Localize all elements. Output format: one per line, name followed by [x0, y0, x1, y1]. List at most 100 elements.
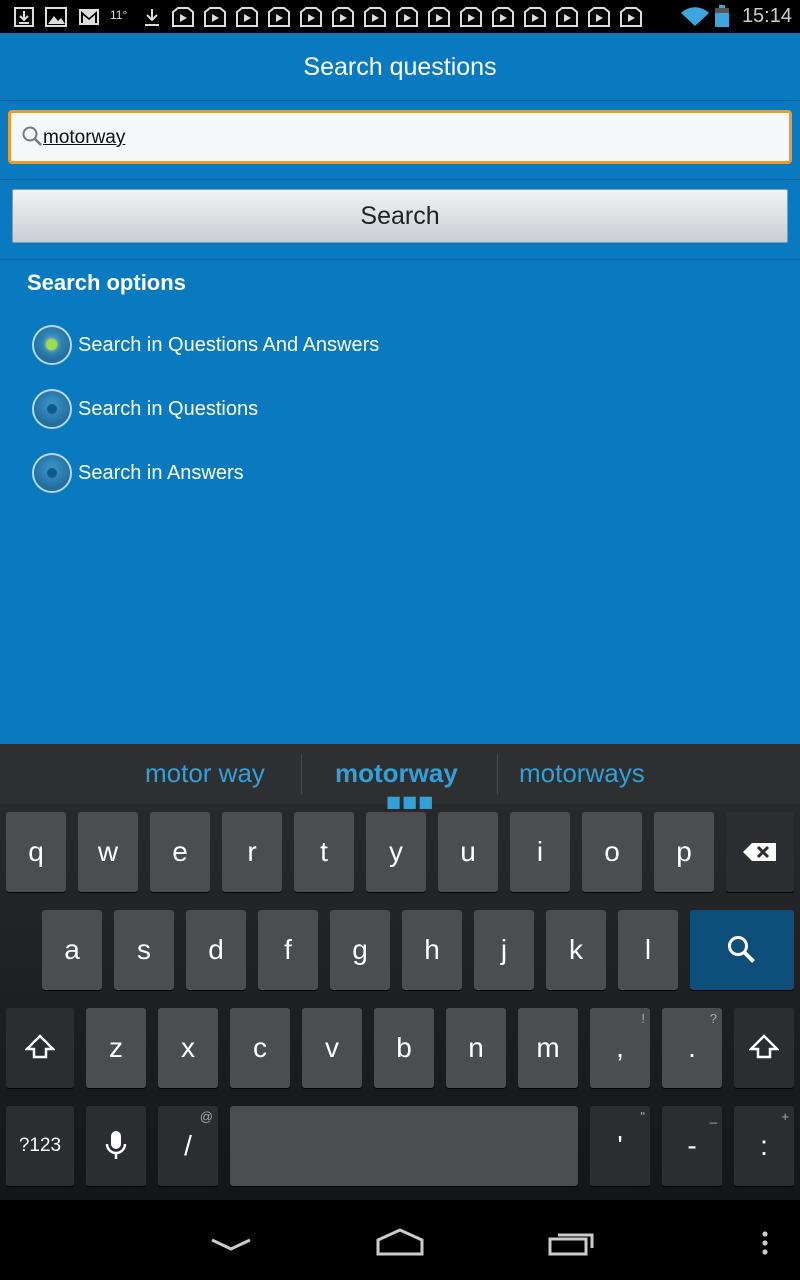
key-label: / [184, 1130, 192, 1161]
key-o[interactable]: o [582, 812, 642, 892]
key-label: k [569, 934, 583, 965]
overflow-menu-icon[interactable] [760, 1230, 770, 1256]
key-label: t [320, 836, 328, 867]
key-label: l [644, 934, 652, 965]
key-label: : [760, 1130, 768, 1161]
key-i[interactable]: i [510, 812, 570, 892]
option-label: Search in Questions [78, 397, 259, 420]
key-w[interactable]: w [78, 812, 138, 892]
key-y[interactable]: y [366, 812, 426, 892]
title-bar: Search questions [0, 33, 800, 101]
shift-key-right[interactable] [734, 1008, 794, 1088]
search-field[interactable] [8, 110, 792, 164]
key-label: b [396, 1032, 412, 1063]
key-d[interactable]: d [186, 910, 246, 990]
key-period[interactable]: .? [662, 1008, 722, 1088]
key-label: h [424, 934, 440, 965]
play-store-notification-icon [524, 7, 546, 27]
key-label: d [208, 934, 224, 965]
status-bar: 11° 15:14 [0, 0, 800, 33]
play-store-notification-icon [300, 7, 322, 27]
key-label: , [616, 1032, 624, 1063]
key-h[interactable]: h [402, 910, 462, 990]
divider [0, 259, 800, 260]
key-a[interactable]: a [42, 910, 102, 990]
radio-button[interactable] [32, 453, 72, 493]
play-store-notification-icon [364, 7, 386, 27]
radio-button[interactable] [32, 389, 72, 429]
key-s[interactable]: s [114, 910, 174, 990]
key-slash[interactable]: / @ [158, 1106, 218, 1186]
space-key[interactable] [230, 1106, 578, 1186]
key-label: i [536, 836, 544, 867]
search-input[interactable] [43, 121, 773, 155]
back-icon[interactable] [210, 1236, 252, 1252]
play-store-notification-icon [620, 7, 642, 27]
key-hint: + [781, 1109, 789, 1124]
key-label: p [676, 836, 692, 867]
key-label: m [536, 1032, 560, 1063]
key-j[interactable]: j [474, 910, 534, 990]
key-label: s [137, 934, 151, 965]
more-suggestions-icon: ■■■ [386, 792, 435, 811]
key-g[interactable]: g [330, 910, 390, 990]
key-hint: @ [199, 1109, 213, 1124]
key-c[interactable]: c [230, 1008, 290, 1088]
divider [497, 754, 498, 794]
option-answers[interactable]: Search in Answers [32, 451, 244, 495]
key-label: x [181, 1032, 195, 1063]
key-label: . [688, 1032, 696, 1063]
radio-button-checked[interactable] [32, 325, 72, 365]
search-icon [728, 936, 755, 963]
key-b[interactable]: b [374, 1008, 434, 1088]
search-key[interactable] [690, 910, 794, 990]
search-button[interactable]: Search [12, 189, 788, 243]
key-comma[interactable]: ,! [590, 1008, 650, 1088]
key-m[interactable]: m [518, 1008, 578, 1088]
option-questions-and-answers[interactable]: Search in Questions And Answers [32, 323, 379, 367]
play-store-notification-icon [172, 7, 194, 27]
key-apostrophe[interactable]: ' " [590, 1106, 650, 1186]
key-l[interactable]: l [618, 910, 678, 990]
key-e[interactable]: e [150, 812, 210, 892]
home-icon[interactable] [375, 1228, 425, 1256]
key-q[interactable]: q [6, 812, 66, 892]
suggestion[interactable]: motor way [145, 758, 265, 789]
key-label: e [172, 836, 188, 867]
option-questions[interactable]: Search in Questions [32, 387, 258, 431]
shift-icon [23, 1034, 57, 1059]
key-colon[interactable]: : + [734, 1106, 794, 1186]
key-label: g [352, 934, 368, 965]
key-f[interactable]: f [258, 910, 318, 990]
search-options-heading: Search options [27, 270, 186, 295]
key-z[interactable]: z [86, 1008, 146, 1088]
microphone-icon [105, 1131, 127, 1159]
play-store-notification-icon [428, 7, 450, 27]
key-x[interactable]: x [158, 1008, 218, 1088]
search-icon [22, 126, 42, 146]
option-label: Search in Questions And Answers [78, 333, 380, 356]
key-t[interactable]: t [294, 812, 354, 892]
shift-key[interactable] [6, 1008, 74, 1088]
key-u[interactable]: u [438, 812, 498, 892]
key-label: c [253, 1032, 267, 1063]
key-label: ' [617, 1130, 623, 1161]
backspace-icon [743, 843, 776, 861]
key-hint: ? [709, 1011, 717, 1026]
key-k[interactable]: k [546, 910, 606, 990]
key-label: r [247, 836, 257, 867]
voice-input-key[interactable] [86, 1106, 146, 1186]
symbols-key[interactable]: ?123 [6, 1106, 74, 1186]
key-dash[interactable]: - _ [662, 1106, 722, 1186]
gallery-icon [45, 7, 67, 27]
recent-apps-icon[interactable] [548, 1230, 596, 1256]
suggestion-primary[interactable]: motorway [335, 758, 458, 789]
key-p[interactable]: p [654, 812, 714, 892]
key-n[interactable]: n [446, 1008, 506, 1088]
backspace-key[interactable] [726, 812, 794, 892]
play-store-notification-icon [396, 7, 418, 27]
suggestion[interactable]: motorways [519, 758, 645, 789]
navigation-bar [0, 1200, 800, 1280]
key-v[interactable]: v [302, 1008, 362, 1088]
key-r[interactable]: r [222, 812, 282, 892]
